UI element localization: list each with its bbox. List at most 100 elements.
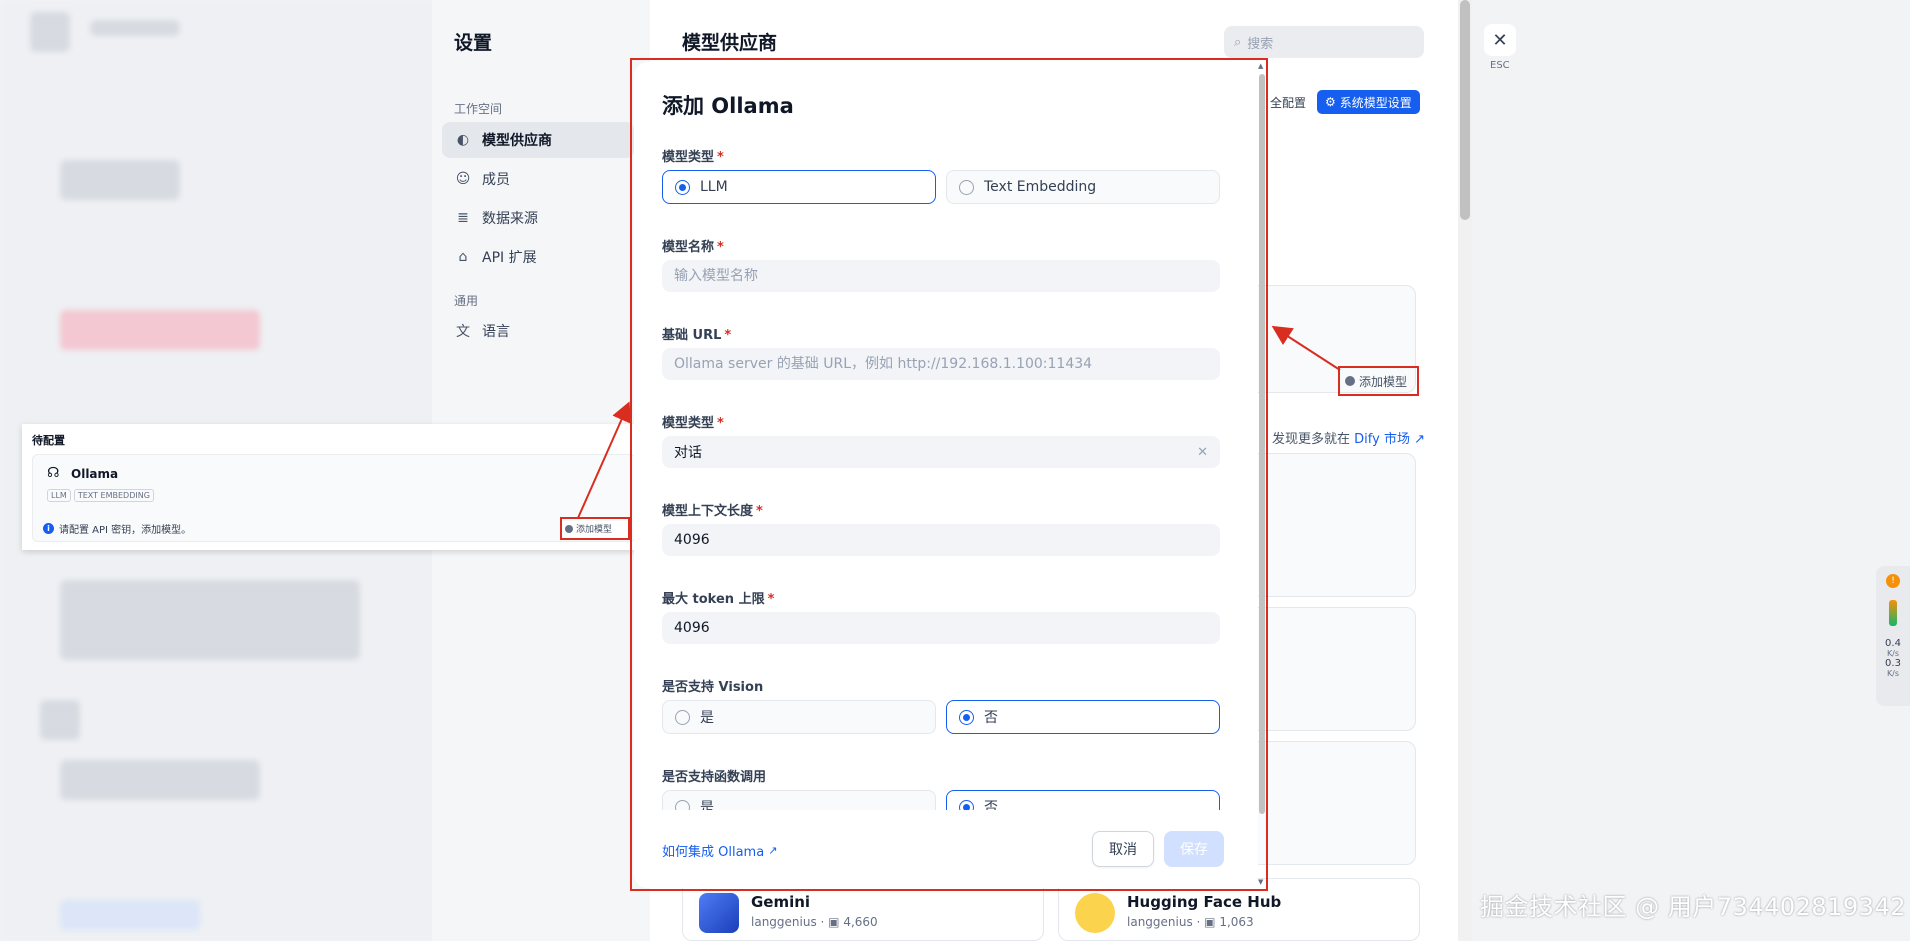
dialog-scrollbar[interactable]: ▲ ▼ xyxy=(1258,62,1266,888)
settings-title: 设置 xyxy=(454,32,493,54)
radio-vision-yes[interactable]: 是 xyxy=(662,700,936,734)
radio-llm[interactable]: LLM xyxy=(662,170,936,204)
nav-label: 数据来源 xyxy=(482,211,538,227)
nav-item-api-extension[interactable]: ⌂ API 扩展 xyxy=(442,239,634,275)
nav-label: API 扩展 xyxy=(482,250,537,266)
provider-name: Hugging Face Hub xyxy=(1127,893,1282,911)
search-placeholder: 搜索 xyxy=(1247,36,1274,52)
clear-icon[interactable]: ✕ xyxy=(1197,445,1208,460)
save-button[interactable]: 保存 xyxy=(1164,831,1224,867)
help-link[interactable]: 如何集成 Ollama ↗ xyxy=(662,841,777,860)
model-type-select[interactable]: 对话 ✕ xyxy=(662,436,1220,468)
config-link[interactable]: 全配置 xyxy=(1270,94,1306,111)
radio-circle xyxy=(675,179,690,195)
radio-label: 否 xyxy=(984,710,998,726)
radio-circle xyxy=(675,709,690,725)
base-url-input[interactable] xyxy=(662,348,1220,380)
watermark: 掘金技术社区 @ 用户734402819342 xyxy=(1480,893,1906,921)
members-icon: ☺ xyxy=(455,171,471,187)
help-link-label: 如何集成 Ollama xyxy=(662,845,765,860)
nav-label: 语言 xyxy=(482,324,510,340)
radio-label: Text Embedding xyxy=(984,179,1097,195)
nav-item-model-provider[interactable]: ◐ 模型供应商 xyxy=(442,122,634,158)
provider-meta: langgenius · ▣ 4,660 xyxy=(751,915,878,929)
field-label-function-call: 是否支持函数调用 xyxy=(662,770,767,785)
page-scrollbar[interactable] xyxy=(1458,0,1472,941)
field-label-base-url: 基础 URL * xyxy=(662,328,732,343)
tag-llm: LLM xyxy=(47,489,71,502)
scroll-down-icon[interactable]: ▼ xyxy=(1258,878,1263,886)
context-length-input[interactable] xyxy=(662,524,1220,556)
field-label-model-name: 模型名称 * xyxy=(662,240,724,255)
database-icon: ≣ xyxy=(457,210,469,226)
close-icon: ✕ xyxy=(1492,29,1508,51)
cancel-button[interactable]: 取消 xyxy=(1092,831,1154,867)
field-label-vision: 是否支持 Vision xyxy=(662,680,764,695)
radio-circle xyxy=(959,709,974,725)
radio-vision-no[interactable]: 否 xyxy=(946,700,1220,734)
plus-circle-icon xyxy=(565,524,573,533)
search-input[interactable]: ⌕ 搜索 xyxy=(1224,26,1424,58)
select-value: 对话 xyxy=(674,445,702,461)
section-workspace: 工作空间 xyxy=(454,102,503,116)
hugging-face-icon xyxy=(1075,893,1115,933)
system-model-settings-button[interactable]: ⚙ 系统模型设置 xyxy=(1317,90,1420,114)
nav-item-data-source[interactable]: ≣ 数据来源 xyxy=(442,200,634,236)
radio-label: LLM xyxy=(700,179,728,195)
nav-label: 成员 xyxy=(482,172,510,188)
callout-provider-name: Ollama xyxy=(71,467,119,481)
field-label-max-token: 最大 token 上限 * xyxy=(662,592,775,607)
provider-author: langgenius xyxy=(751,915,817,929)
ollama-icon: ☊ xyxy=(47,465,60,481)
add-model-button[interactable]: 添加模型 xyxy=(1338,366,1419,396)
max-token-input[interactable] xyxy=(662,612,1220,644)
info-icon: i xyxy=(43,523,54,534)
field-label-model-type-2: 模型类型 * xyxy=(662,416,724,431)
radio-circle xyxy=(959,179,974,195)
brain-icon: ◐ xyxy=(456,132,470,148)
puzzle-icon: ⌂ xyxy=(458,249,468,265)
network-speed-widget[interactable]: ! 0.4 K/s 0.3 K/s xyxy=(1876,566,1910,706)
provider-meta: langgenius · ▣ 1,063 xyxy=(1127,915,1254,929)
callout-note-text: 请配置 API 密钥，添加模型。 xyxy=(59,525,192,536)
speed-up-unit: K/s xyxy=(1886,649,1900,658)
callout-tags: LLM TEXT EMBEDDING xyxy=(47,489,154,502)
nav-item-language[interactable]: 文 语言 xyxy=(442,313,634,349)
speed-bar xyxy=(1889,600,1897,626)
callout-card: 待配置 ☊ Ollama LLM TEXT EMBEDDING i 请配置 AP… xyxy=(22,424,646,550)
speed-down-unit: K/s xyxy=(1886,669,1900,678)
provider-author: langgenius xyxy=(1127,915,1193,929)
provider-count: 4,660 xyxy=(843,915,878,929)
add-model-label: 添加模型 xyxy=(1359,374,1408,389)
market-hint: 发现更多就在 Dify 市场 ↗ xyxy=(1272,428,1425,447)
search-icon: ⌕ xyxy=(1234,34,1242,50)
dialog-title: 添加 Ollama xyxy=(662,94,794,118)
section-general: 通用 xyxy=(454,294,479,308)
provider-count: 1,063 xyxy=(1219,915,1254,929)
dialog-scrollbar-thumb[interactable] xyxy=(1259,74,1265,814)
page-title: 模型供应商 xyxy=(682,32,778,54)
scroll-up-icon[interactable]: ▲ xyxy=(1258,62,1263,70)
callout-title: 待配置 xyxy=(32,434,65,447)
alert-badge: ! xyxy=(1886,574,1900,588)
plus-circle-icon xyxy=(1345,376,1355,386)
close-button[interactable]: ✕ xyxy=(1484,24,1516,56)
system-model-settings-label: 系统模型设置 xyxy=(1339,95,1412,110)
speed-up-value: 0.4 xyxy=(1885,638,1901,649)
provider-name: Gemini xyxy=(751,893,811,911)
nav-item-members[interactable]: ☺ 成员 xyxy=(442,161,634,197)
callout-add-model-button[interactable]: 添加模型 xyxy=(560,517,630,540)
esc-label: ESC xyxy=(1490,60,1510,71)
market-link[interactable]: Dify 市场 ↗ xyxy=(1354,432,1425,447)
nav-label: 模型供应商 xyxy=(482,133,552,149)
external-link-icon: ↗ xyxy=(768,844,778,857)
scrollbar-thumb[interactable] xyxy=(1460,0,1470,220)
model-name-input[interactable] xyxy=(662,260,1220,292)
field-label-context-length: 模型上下文长度 * xyxy=(662,504,763,519)
radio-label: 是 xyxy=(700,710,714,726)
gemini-icon xyxy=(699,893,739,933)
translate-icon: 文 xyxy=(456,324,470,340)
callout-note: i 请配置 API 密钥，添加模型。 xyxy=(43,521,191,536)
settings-icon: ⚙ xyxy=(1325,95,1336,109)
radio-text-embedding[interactable]: Text Embedding xyxy=(946,170,1220,204)
